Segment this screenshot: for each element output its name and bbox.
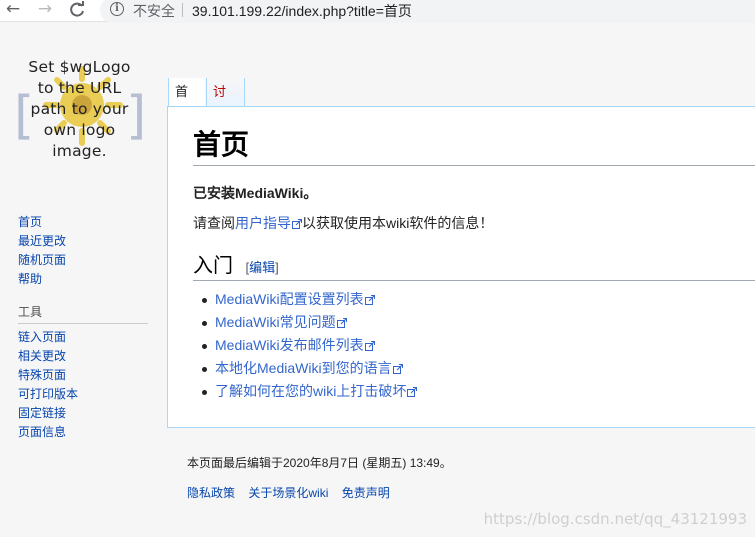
browser-toolbar: ← → i 不安全 39.101.199.22/index.php?title=… (0, 0, 755, 23)
edit-section-link[interactable]: 编辑 (249, 260, 275, 275)
consult-prefix: 请查阅 (193, 215, 235, 231)
security-status-label: 不安全 (133, 3, 175, 19)
sidebar: 首页 最近更改 随机页面 帮助 工具 链入页面 相关更改 特殊页面 可打印版本 … (18, 213, 148, 442)
edit-bracket-close: ] (275, 260, 279, 275)
footer-link-about[interactable]: 关于场景化wiki (248, 486, 328, 500)
list-item-link[interactable]: MediaWiki配置设置列表 (215, 291, 364, 307)
list-item-link[interactable]: MediaWiki发布邮件列表 (215, 337, 364, 353)
back-arrow-icon[interactable]: ← (2, 0, 24, 20)
watermark: https://blog.csdn.net/qq_43121993 (483, 510, 747, 528)
list-item-link[interactable]: 本地化MediaWiki到您的语言 (215, 360, 392, 376)
logo-text-line: own logo (43, 121, 116, 139)
list-item-link[interactable]: MediaWiki常见问题 (215, 314, 336, 330)
url-text[interactable]: 39.101.199.22/index.php?title=首页 (192, 1, 412, 21)
content-area: 首页 已安装MediaWiki。 请查阅用户指导 以获取使用本wiki软件的信息！… (167, 106, 755, 428)
info-icon[interactable]: i (110, 2, 124, 16)
logo-text-line: Set $wgLogo (28, 58, 131, 76)
consult-suffix: 以获取使用本wiki软件的信息！ (302, 215, 494, 231)
reload-icon[interactable] (66, 0, 88, 20)
logo-text-line: image. (52, 142, 107, 160)
navigation-portlet: 首页 最近更改 随机页面 帮助 (18, 213, 148, 289)
consult-text: 请查阅用户指导 以获取使用本wiki软件的信息！ (193, 213, 493, 233)
sidebar-item-main-page[interactable]: 首页 (18, 213, 148, 232)
tab-talk[interactable]: 讨论 (206, 78, 245, 127)
external-link-icon (364, 295, 375, 305)
logo-text: Set $wgLogo to the URL path to your own … (12, 57, 147, 162)
list-item[interactable]: MediaWiki配置设置列表 (198, 288, 417, 311)
forward-arrow-icon[interactable]: → (34, 0, 56, 20)
edit-section: [编辑] (245, 260, 278, 275)
footer-links: 隐私政策 关于场景化wiki 免责声明 (187, 484, 400, 501)
tab-page[interactable]: 首页 (168, 78, 205, 127)
last-modified-text: 本页面最后编辑于2020年8月7日 (星期五) 13:49。 (187, 456, 452, 470)
sidebar-item-printable-version[interactable]: 可打印版本 (18, 385, 148, 404)
sidebar-item-related-changes[interactable]: 相关更改 (18, 347, 148, 366)
external-link-icon (336, 318, 347, 328)
installed-notice: 已安装MediaWiki。 (193, 185, 318, 201)
sidebar-item-page-info[interactable]: 页面信息 (18, 423, 148, 442)
footer-link-privacy[interactable]: 隐私政策 (187, 486, 235, 500)
site-logo[interactable]: [ ] Set $wgLogo to the URL path to your … (12, 55, 147, 160)
sidebar-item-help[interactable]: 帮助 (18, 270, 148, 289)
footer-link-disclaimer[interactable]: 免责声明 (342, 486, 390, 500)
external-link-icon (407, 387, 418, 397)
sidebar-item-what-links-here[interactable]: 链入页面 (18, 328, 148, 347)
list-item-link[interactable]: 了解如何在您的wiki上打击破坏 (215, 383, 406, 399)
external-link-icon (364, 341, 375, 351)
external-link-icon (392, 364, 403, 374)
user-guide-link-label: 用户指导 (235, 215, 291, 231)
page-title: 首页 (193, 129, 755, 166)
sidebar-item-permanent-link[interactable]: 固定链接 (18, 404, 148, 423)
sidebar-item-random-page[interactable]: 随机页面 (18, 251, 148, 270)
section-heading: 入门 [编辑] (193, 253, 755, 281)
user-guide-link[interactable]: 用户指导 (235, 215, 302, 231)
getting-started-list: MediaWiki配置设置列表 MediaWiki常见问题 MediaWiki发… (198, 288, 418, 403)
url-divider (182, 3, 183, 17)
logo-text-line: path to your (30, 100, 129, 118)
sidebar-item-special-pages[interactable]: 特殊页面 (18, 366, 148, 385)
tools-portlet: 链入页面 相关更改 特殊页面 可打印版本 固定链接 页面信息 (18, 328, 148, 442)
list-item[interactable]: 了解如何在您的wiki上打击破坏 (198, 380, 418, 403)
sidebar-item-recent-changes[interactable]: 最近更改 (18, 232, 148, 251)
address-bar[interactable]: i 不安全 39.101.199.22/index.php?title=首页 (100, 0, 755, 23)
external-link-icon (292, 219, 302, 229)
tools-heading: 工具 (18, 305, 148, 324)
list-item[interactable]: MediaWiki常见问题 (198, 311, 417, 334)
section-title: 入门 (193, 255, 233, 277)
list-item[interactable]: 本地化MediaWiki到您的语言 (198, 357, 417, 380)
list-item[interactable]: MediaWiki发布邮件列表 (198, 334, 417, 357)
logo-text-line: to the URL (37, 79, 122, 97)
